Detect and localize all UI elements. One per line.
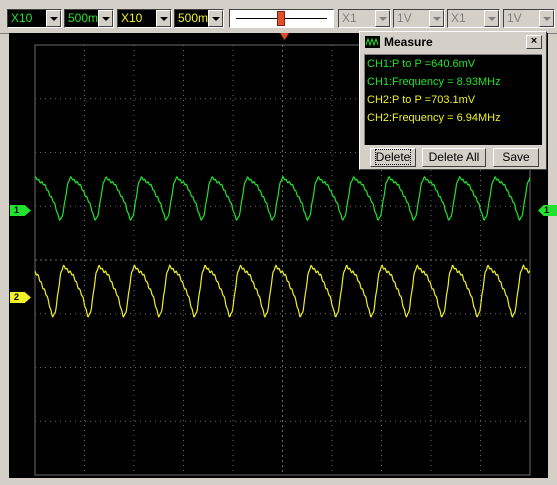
chevron-down-icon[interactable] [156,10,171,27]
trigger-position-slider[interactable] [229,9,334,28]
chevron-down-icon[interactable] [429,10,444,27]
ch1-volts-div-value: 500m [68,11,99,25]
chevron-down-icon[interactable] [375,10,390,27]
ch4-volts-div-select[interactable]: 1V [503,9,555,28]
delete-button[interactable]: Delete [370,148,416,167]
save-button[interactable]: Save [493,148,539,167]
measure-dialog: Measure × CH1:P to P =640.6mV CH1:Freque… [359,31,547,170]
ch3-probe-value: X1 [342,11,357,25]
measure-title: Measure [384,35,433,49]
ch4-volts-div-value: 1V [507,11,522,25]
ch1-p2p-result[interactable]: CH1:P to P =640.6mV [367,58,475,71]
toolbar: X10 500m X10 500m X1 1V X1 1V [0,0,557,34]
ch4-probe-select[interactable]: X1 [447,9,500,28]
save-button-label: Save [502,150,530,164]
ch2-volts-div-select[interactable]: 500m [174,9,224,28]
ch3-probe-select[interactable]: X1 [338,9,391,28]
ch4-probe-value: X1 [451,11,466,25]
chevron-down-icon[interactable] [46,10,61,27]
ch3-volts-div-value: 1V [397,11,412,25]
ch2-p2p-result[interactable]: CH2:P to P =703.1mV [367,94,475,107]
measure-titlebar[interactable]: Measure × [362,34,544,51]
measure-results-list[interactable]: CH1:P to P =640.6mV CH1:Frequency = 8.93… [364,54,542,145]
ch1-probe-select[interactable]: X10 [7,9,62,28]
ch1-probe-value: X10 [11,11,33,25]
ch2-probe-value: X10 [121,11,143,25]
ch2-volts-div-value: 500m [178,11,209,25]
close-icon[interactable]: × [526,35,542,49]
ch1-frequency-result[interactable]: CH1:Frequency = 8.93MHz [367,76,501,89]
ch1-waveform [34,175,531,222]
ch2-marker-label: 2 [14,292,20,302]
delete-all-button-label: Delete All [428,150,480,164]
delete-all-button[interactable]: Delete All [422,148,486,167]
ch2-frequency-result[interactable]: CH2:Frequency = 6.94MHz [367,112,501,125]
slider-thumb[interactable] [277,11,285,26]
chevron-down-icon[interactable] [539,10,554,27]
ch2-probe-select[interactable]: X10 [117,9,172,28]
chevron-down-icon[interactable] [98,10,113,27]
ch1-marker-label: 1 [14,205,20,215]
waveform-icon [365,36,380,48]
ch3-volts-div-select[interactable]: 1V [393,9,445,28]
delete-button-label: Delete [374,149,412,165]
chevron-down-icon[interactable] [208,10,223,27]
trigger-position-marker-icon[interactable] [280,33,289,41]
ch1-volts-div-select[interactable]: 500m [64,9,114,28]
bottom-control-strip [0,478,557,485]
trigger-level-label: 1 [544,205,550,215]
chevron-down-icon[interactable] [484,10,499,27]
